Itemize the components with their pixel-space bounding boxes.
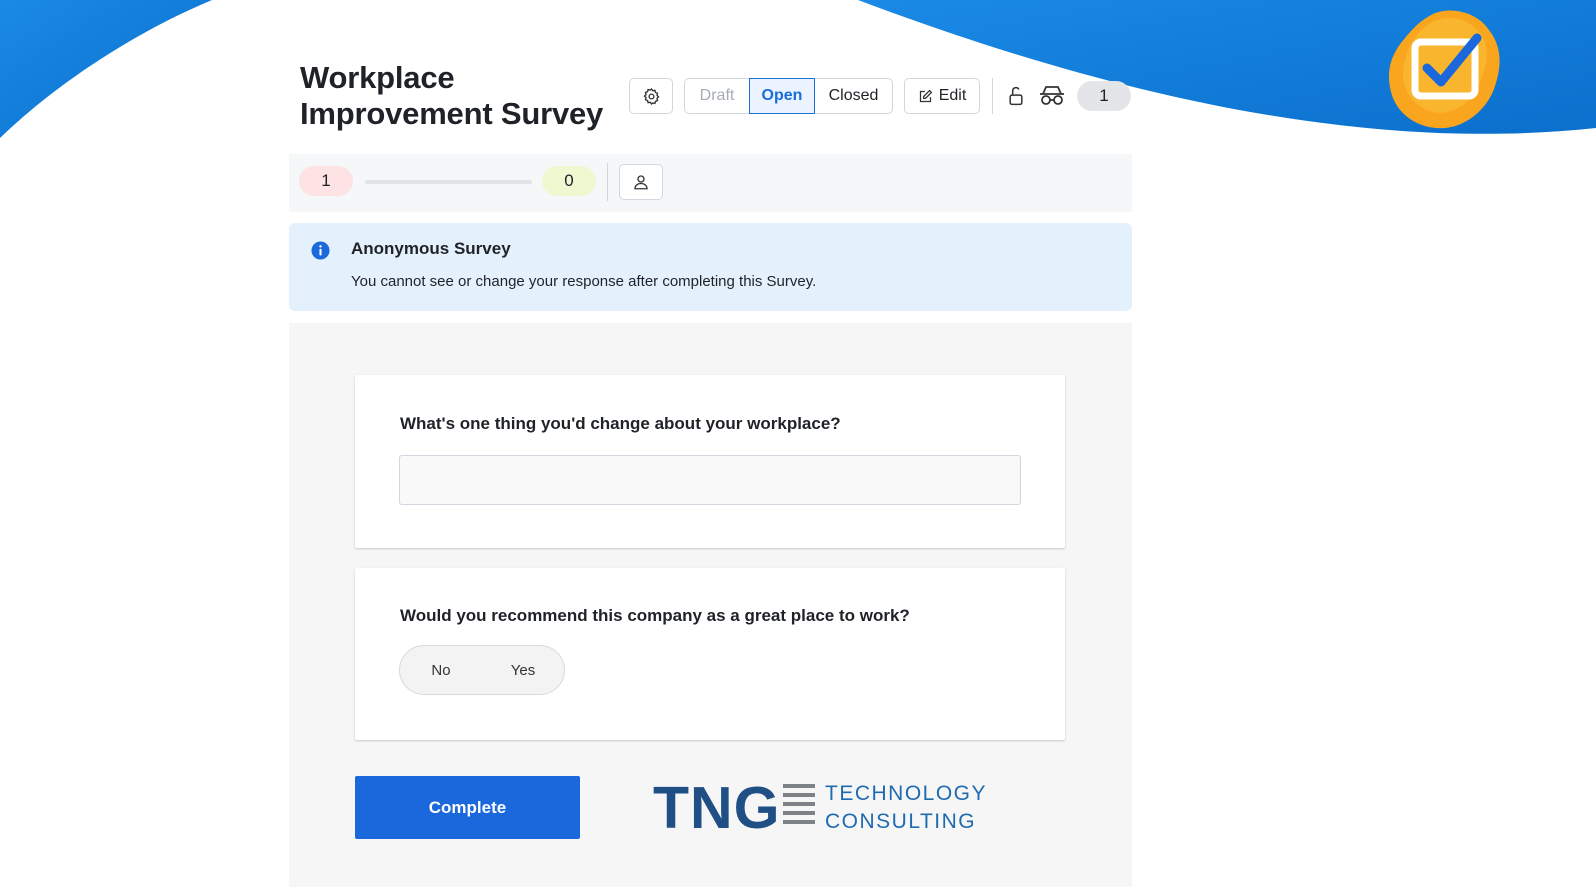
- incognito-toggle[interactable]: [1036, 83, 1068, 109]
- complete-button[interactable]: Complete: [355, 776, 580, 839]
- status-open-button[interactable]: Open: [749, 78, 815, 114]
- stats-divider: [607, 163, 608, 201]
- page-title: Workplace Improvement Survey: [300, 60, 604, 131]
- status-segmented-control: Draft Open Closed: [684, 78, 893, 114]
- response-stats-bar: 1 0: [289, 154, 1132, 212]
- settings-button[interactable]: [629, 78, 673, 114]
- recommend-yes-no-toggle: No Yes: [399, 645, 565, 695]
- company-logo: TNG TECHNOLOGY CONSULTING: [653, 775, 986, 841]
- option-yes[interactable]: Yes: [482, 662, 564, 679]
- info-icon: [311, 241, 330, 260]
- user-icon: [634, 175, 648, 190]
- option-no[interactable]: No: [400, 662, 482, 679]
- logo-text-line2: CONSULTING: [825, 810, 977, 833]
- notice-title: Anonymous Survey: [351, 239, 511, 258]
- toolbar-divider: [992, 78, 993, 114]
- logo-text-line1: TECHNOLOGY: [825, 782, 988, 805]
- unlock-toggle[interactable]: [1003, 83, 1029, 109]
- positive-count-badge: 0: [542, 166, 596, 196]
- question-card: What's one thing you'd change about your…: [355, 375, 1065, 548]
- unlock-icon: [1009, 86, 1023, 106]
- survey-toolbar: Draft Open Closed Edit 1: [629, 78, 1131, 114]
- question-label: What's one thing you'd change about your…: [400, 414, 841, 433]
- status-draft-button[interactable]: Draft: [684, 78, 749, 114]
- notice-text: You cannot see or change your response a…: [351, 273, 817, 290]
- status-closed-button[interactable]: Closed: [815, 78, 893, 114]
- incognito-icon: [1040, 86, 1064, 105]
- logo-mark: TNG: [653, 775, 781, 841]
- workplace-change-input[interactable]: [399, 455, 1021, 505]
- gear-icon: [642, 87, 660, 105]
- anonymous-survey-notice: Anonymous Survey You cannot see or chang…: [289, 223, 1132, 311]
- logo-lines: [783, 784, 815, 829]
- question-card: Would you recommend this company as a gr…: [355, 568, 1065, 740]
- edit-button-label: Edit: [938, 87, 967, 104]
- response-progress-track: [365, 180, 532, 184]
- survey-body: What's one thing you'd change about your…: [289, 323, 1132, 887]
- edit-button[interactable]: Edit: [904, 78, 980, 114]
- checkbox-icon: [1388, 10, 1500, 129]
- response-count-badge[interactable]: 1: [1077, 81, 1131, 111]
- participants-button[interactable]: [619, 164, 663, 200]
- question-label: Would you recommend this company as a gr…: [400, 606, 910, 625]
- edit-icon: [919, 89, 933, 102]
- negative-count-badge: 1: [299, 166, 353, 196]
